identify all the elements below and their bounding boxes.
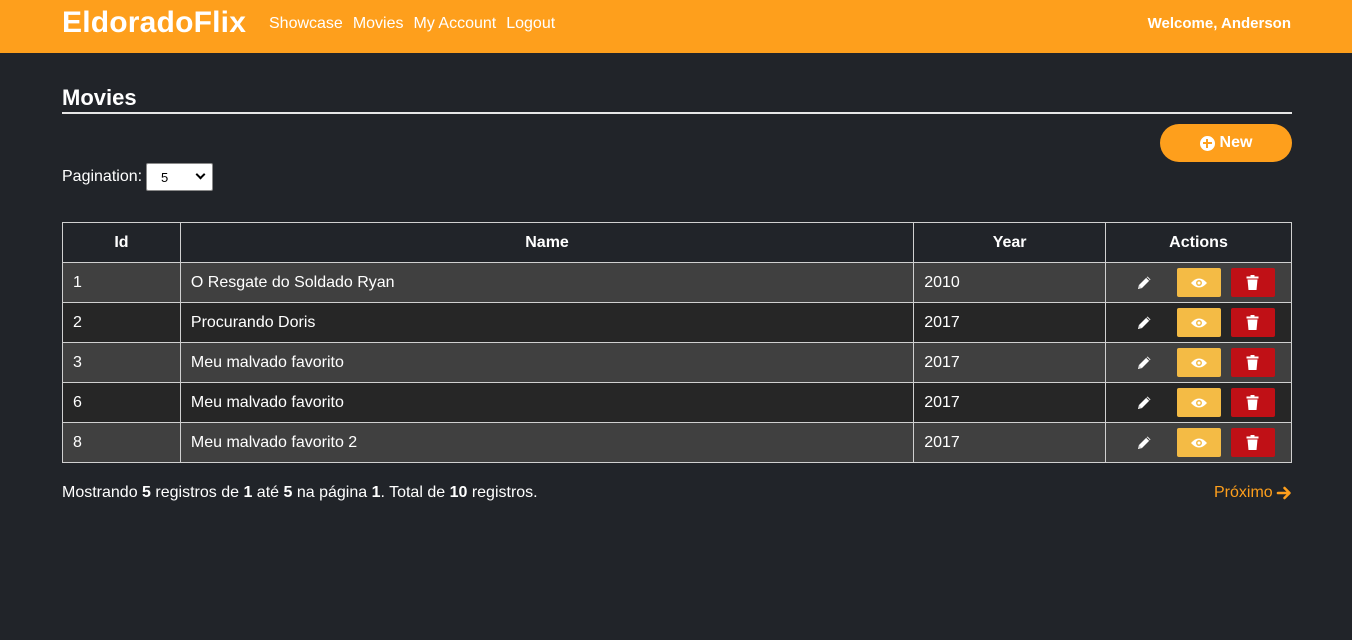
pencil-icon [1136,274,1153,291]
view-button[interactable] [1176,388,1221,417]
edit-button[interactable] [1123,428,1167,457]
welcome-message: Welcome, Anderson [1147,15,1291,32]
view-button[interactable] [1176,348,1221,377]
brand-logo[interactable]: EldoradoFlix [62,6,246,40]
cell-id: 8 [62,422,181,463]
edit-button[interactable] [1123,308,1167,337]
pagination-summary: Mostrando 5 registros de 1 até 5 na pági… [62,484,538,502]
pagination-selected-value: 5 [161,169,169,185]
pencil-icon [1136,354,1153,371]
cell-id: 2 [62,302,181,343]
actions-group [1106,348,1291,377]
cell-year: 2017 [913,302,1107,343]
actions-group [1106,428,1291,457]
table-row: 2 Procurando Doris 2017 [62,302,1292,343]
summary-text: . Total de [380,484,450,501]
header-name: Name [179,222,915,263]
delete-button[interactable] [1230,388,1275,417]
header-id: Id [62,222,181,263]
cell-year: 2017 [913,342,1107,383]
delete-button[interactable] [1230,428,1275,457]
trash-icon [1246,395,1259,410]
cell-id: 1 [62,262,181,303]
cell-actions [1105,302,1292,343]
trash-icon [1246,315,1259,330]
pencil-icon [1136,394,1153,411]
cell-year: 2017 [913,422,1107,463]
actions-group [1106,388,1291,417]
cell-actions [1105,422,1292,463]
eye-icon [1190,277,1208,289]
view-button[interactable] [1176,428,1221,457]
pagination-label: Pagination: [62,168,143,185]
table-row: 1O Resgate do Soldado Ryan 2010 [62,262,1292,303]
pencil-icon [1136,314,1153,331]
table-row: 8 Meu malvado favorito 2 2017 [62,422,1292,463]
nav-link-movies[interactable]: Movies [353,15,404,33]
cell-name: Meu malvado favorito 2 [179,422,915,463]
actions-group [1106,308,1291,337]
title-divider [62,112,1292,114]
summary-total: 10 [449,484,468,501]
cell-id: 3 [62,342,181,383]
header-actions: Actions [1105,222,1292,263]
header-year: Year [913,222,1107,263]
actions-group [1106,268,1291,297]
trash-icon [1246,275,1259,290]
cell-year: 2010 [913,262,1107,303]
summary-text: registros de [150,484,244,501]
delete-button[interactable] [1230,348,1275,377]
table-row: 3 Meu malvado favorito 2017 [62,342,1292,383]
new-button-label: New [1219,134,1253,151]
cell-name: O Resgate do Soldado Ryan [179,262,915,303]
nav-link-logout[interactable]: Logout [506,15,555,33]
plus-circle-icon [1199,135,1215,151]
edit-button[interactable] [1123,268,1167,297]
chevron-down-icon [195,169,206,180]
summary-shown-count: 5 [142,484,151,501]
nav-link-my-account[interactable]: My Account [414,15,497,33]
cell-name: Meu malvado favorito [179,382,915,423]
arrow-right-icon [1276,486,1291,500]
delete-button[interactable] [1230,268,1275,297]
summary-text: Mostrando [62,484,143,501]
cell-id: 6 [62,382,181,423]
top-navbar: EldoradoFlix Showcase Movies My Account … [0,0,1352,53]
trash-icon [1246,435,1259,450]
table-row: 6 Meu malvado favorito 2017 [62,382,1292,423]
nav-links: Showcase Movies My Account Logout [269,15,555,33]
cell-actions [1105,262,1292,303]
edit-button[interactable] [1123,388,1167,417]
view-button[interactable] [1176,308,1221,337]
page-title: Movies [62,85,137,110]
cell-actions [1105,342,1292,383]
table-header-row: Id Name Year Actions [62,222,1292,263]
summary-text: na página [292,484,372,501]
cell-name: Meu malvado favorito [179,342,915,383]
new-movie-button[interactable]: New [1160,124,1292,162]
next-page-label: Próximo [1214,484,1273,501]
next-page-link[interactable]: Próximo [1214,484,1292,502]
pagination-select[interactable]: 5 [146,163,213,191]
cell-name: Procurando Doris [179,302,915,343]
edit-button[interactable] [1123,348,1167,377]
view-button[interactable] [1176,268,1221,297]
nav-link-showcase[interactable]: Showcase [269,15,343,33]
eye-icon [1190,357,1208,369]
cell-actions [1105,382,1292,423]
summary-text: até [252,484,284,501]
summary-from: 1 [243,484,253,501]
eye-icon [1190,397,1208,409]
trash-icon [1246,355,1259,370]
eye-icon [1190,437,1208,449]
summary-text: registros. [467,484,538,501]
eye-icon [1190,317,1208,329]
pencil-icon [1136,434,1153,451]
cell-year: 2017 [913,382,1107,423]
delete-button[interactable] [1230,308,1275,337]
movies-table: Id Name Year Actions 1O Resgate do Solda… [62,222,1292,463]
